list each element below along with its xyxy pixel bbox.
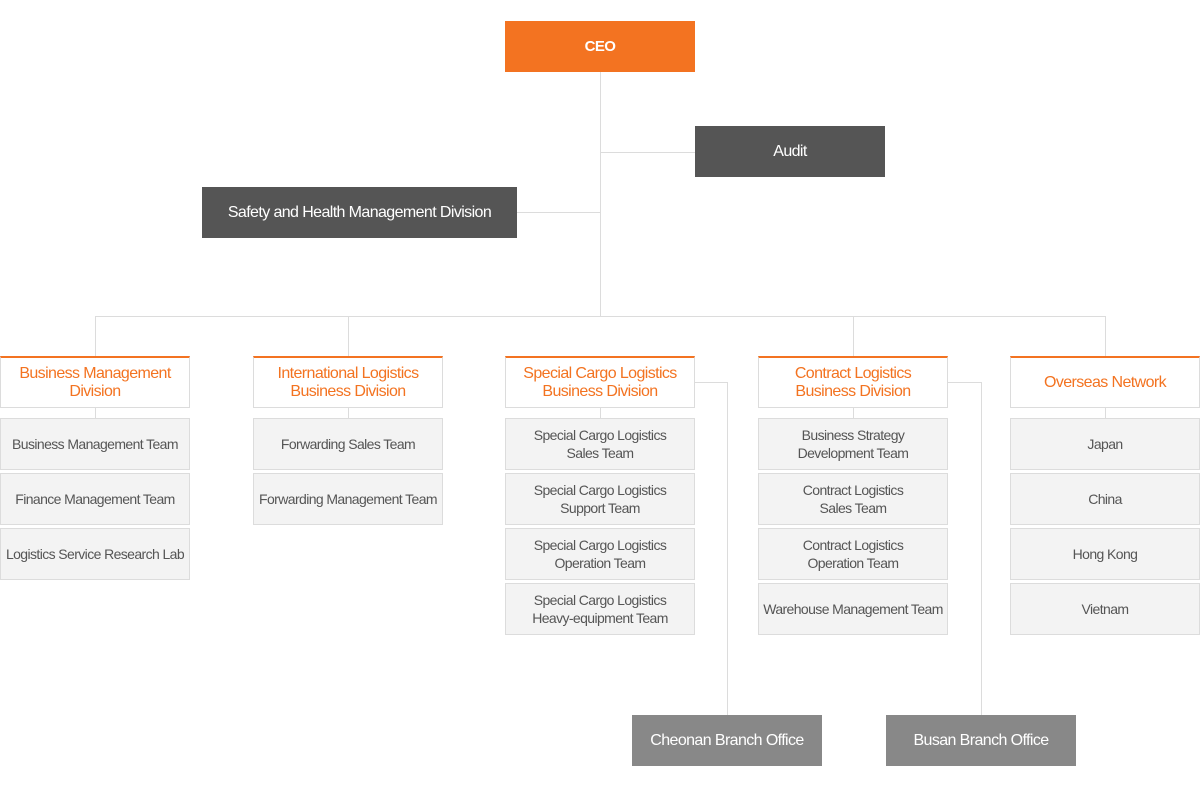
division-name: Special Cargo Logistics Business Divisio… bbox=[523, 364, 677, 400]
audit-label: Audit bbox=[773, 142, 807, 160]
team-box: Logistics Service Research Lab bbox=[0, 528, 190, 580]
connector-teams-5 bbox=[1105, 407, 1106, 418]
division-header: International Logistics Business Divisio… bbox=[253, 356, 443, 408]
connector-divisions-bar bbox=[95, 316, 1106, 317]
team-box: Hong Kong bbox=[1010, 528, 1200, 580]
connector-teams-1 bbox=[95, 407, 96, 418]
division-name: International Logistics Business Divisio… bbox=[277, 364, 420, 400]
connector-teams-3 bbox=[600, 407, 601, 418]
team-name: Business Strategy Development Team bbox=[797, 427, 909, 461]
division-name: Business Management Division bbox=[19, 364, 171, 400]
team-box: Special Cargo Logistics Operation Team bbox=[505, 528, 695, 580]
busan-branch-label: Busan Branch Office bbox=[913, 731, 1049, 749]
division-header: Business Management Division bbox=[0, 356, 190, 408]
team-box: Forwarding Management Team bbox=[253, 473, 443, 525]
connector-cheonan-v bbox=[727, 382, 728, 715]
connector-audit bbox=[600, 152, 695, 153]
connector-div-5 bbox=[1105, 316, 1106, 356]
team-name: Special Cargo Logistics Operation Team bbox=[533, 537, 667, 571]
team-name: Hong Kong bbox=[1072, 546, 1138, 562]
team-box: Business Strategy Development Team bbox=[758, 418, 948, 470]
connector-cheonan-h bbox=[695, 382, 727, 383]
team-box: China bbox=[1010, 473, 1200, 525]
team-box: Special Cargo Logistics Heavy-equipment … bbox=[505, 583, 695, 635]
division-name: Overseas Network bbox=[1044, 373, 1167, 391]
team-name: Warehouse Management Team bbox=[763, 601, 943, 617]
team-name: Japan bbox=[1087, 436, 1123, 452]
team-name: Finance Management Team bbox=[15, 491, 175, 507]
team-name: Contract Logistics Sales Team bbox=[802, 482, 904, 516]
ceo-label: CEO bbox=[584, 38, 616, 55]
connector-busan-h bbox=[948, 382, 981, 383]
team-name: Special Cargo Logistics Sales Team bbox=[533, 427, 667, 461]
cheonan-branch-label: Cheonan Branch Office bbox=[650, 731, 804, 749]
division-header: Overseas Network bbox=[1010, 356, 1200, 408]
division-name: Contract Logistics Business Division bbox=[794, 364, 912, 400]
team-box: Finance Management Team bbox=[0, 473, 190, 525]
team-box: Contract Logistics Operation Team bbox=[758, 528, 948, 580]
connector-div-4 bbox=[853, 316, 854, 356]
division-header: Special Cargo Logistics Business Divisio… bbox=[505, 356, 695, 408]
team-box: Special Cargo Logistics Sales Team bbox=[505, 418, 695, 470]
team-box: Forwarding Sales Team bbox=[253, 418, 443, 470]
connector-div-1 bbox=[95, 316, 96, 356]
team-box: Vietnam bbox=[1010, 583, 1200, 635]
team-name: Forwarding Management Team bbox=[259, 491, 438, 507]
connector-busan-v bbox=[981, 382, 982, 715]
safety-division-label: Safety and Health Management Division bbox=[227, 203, 492, 221]
team-box: Contract Logistics Sales Team bbox=[758, 473, 948, 525]
team-box: Warehouse Management Team bbox=[758, 583, 948, 635]
connector-safety bbox=[517, 212, 600, 213]
connector-teams-4 bbox=[853, 407, 854, 418]
team-box: Special Cargo Logistics Support Team bbox=[505, 473, 695, 525]
cheonan-branch-box: Cheonan Branch Office bbox=[632, 715, 822, 766]
team-box: Business Management Team bbox=[0, 418, 190, 470]
connector-ceo-trunk bbox=[600, 72, 601, 317]
team-name: China bbox=[1088, 491, 1122, 507]
team-name: Forwarding Sales Team bbox=[280, 436, 416, 452]
team-name: Logistics Service Research Lab bbox=[5, 546, 185, 562]
connector-div-2 bbox=[348, 316, 349, 356]
team-name: Special Cargo Logistics Support Team bbox=[533, 482, 667, 516]
division-header: Contract Logistics Business Division bbox=[758, 356, 948, 408]
ceo-box: CEO bbox=[505, 21, 695, 72]
busan-branch-box: Busan Branch Office bbox=[886, 715, 1076, 766]
connector-teams-2 bbox=[348, 407, 349, 418]
safety-division-box: Safety and Health Management Division bbox=[202, 187, 517, 238]
team-name: Vietnam bbox=[1081, 601, 1130, 617]
team-box: Japan bbox=[1010, 418, 1200, 470]
audit-box: Audit bbox=[695, 126, 885, 177]
team-name: Contract Logistics Operation Team bbox=[802, 537, 904, 571]
team-name: Business Management Team bbox=[12, 436, 178, 452]
team-name: Special Cargo Logistics Heavy-equipment … bbox=[532, 592, 668, 626]
